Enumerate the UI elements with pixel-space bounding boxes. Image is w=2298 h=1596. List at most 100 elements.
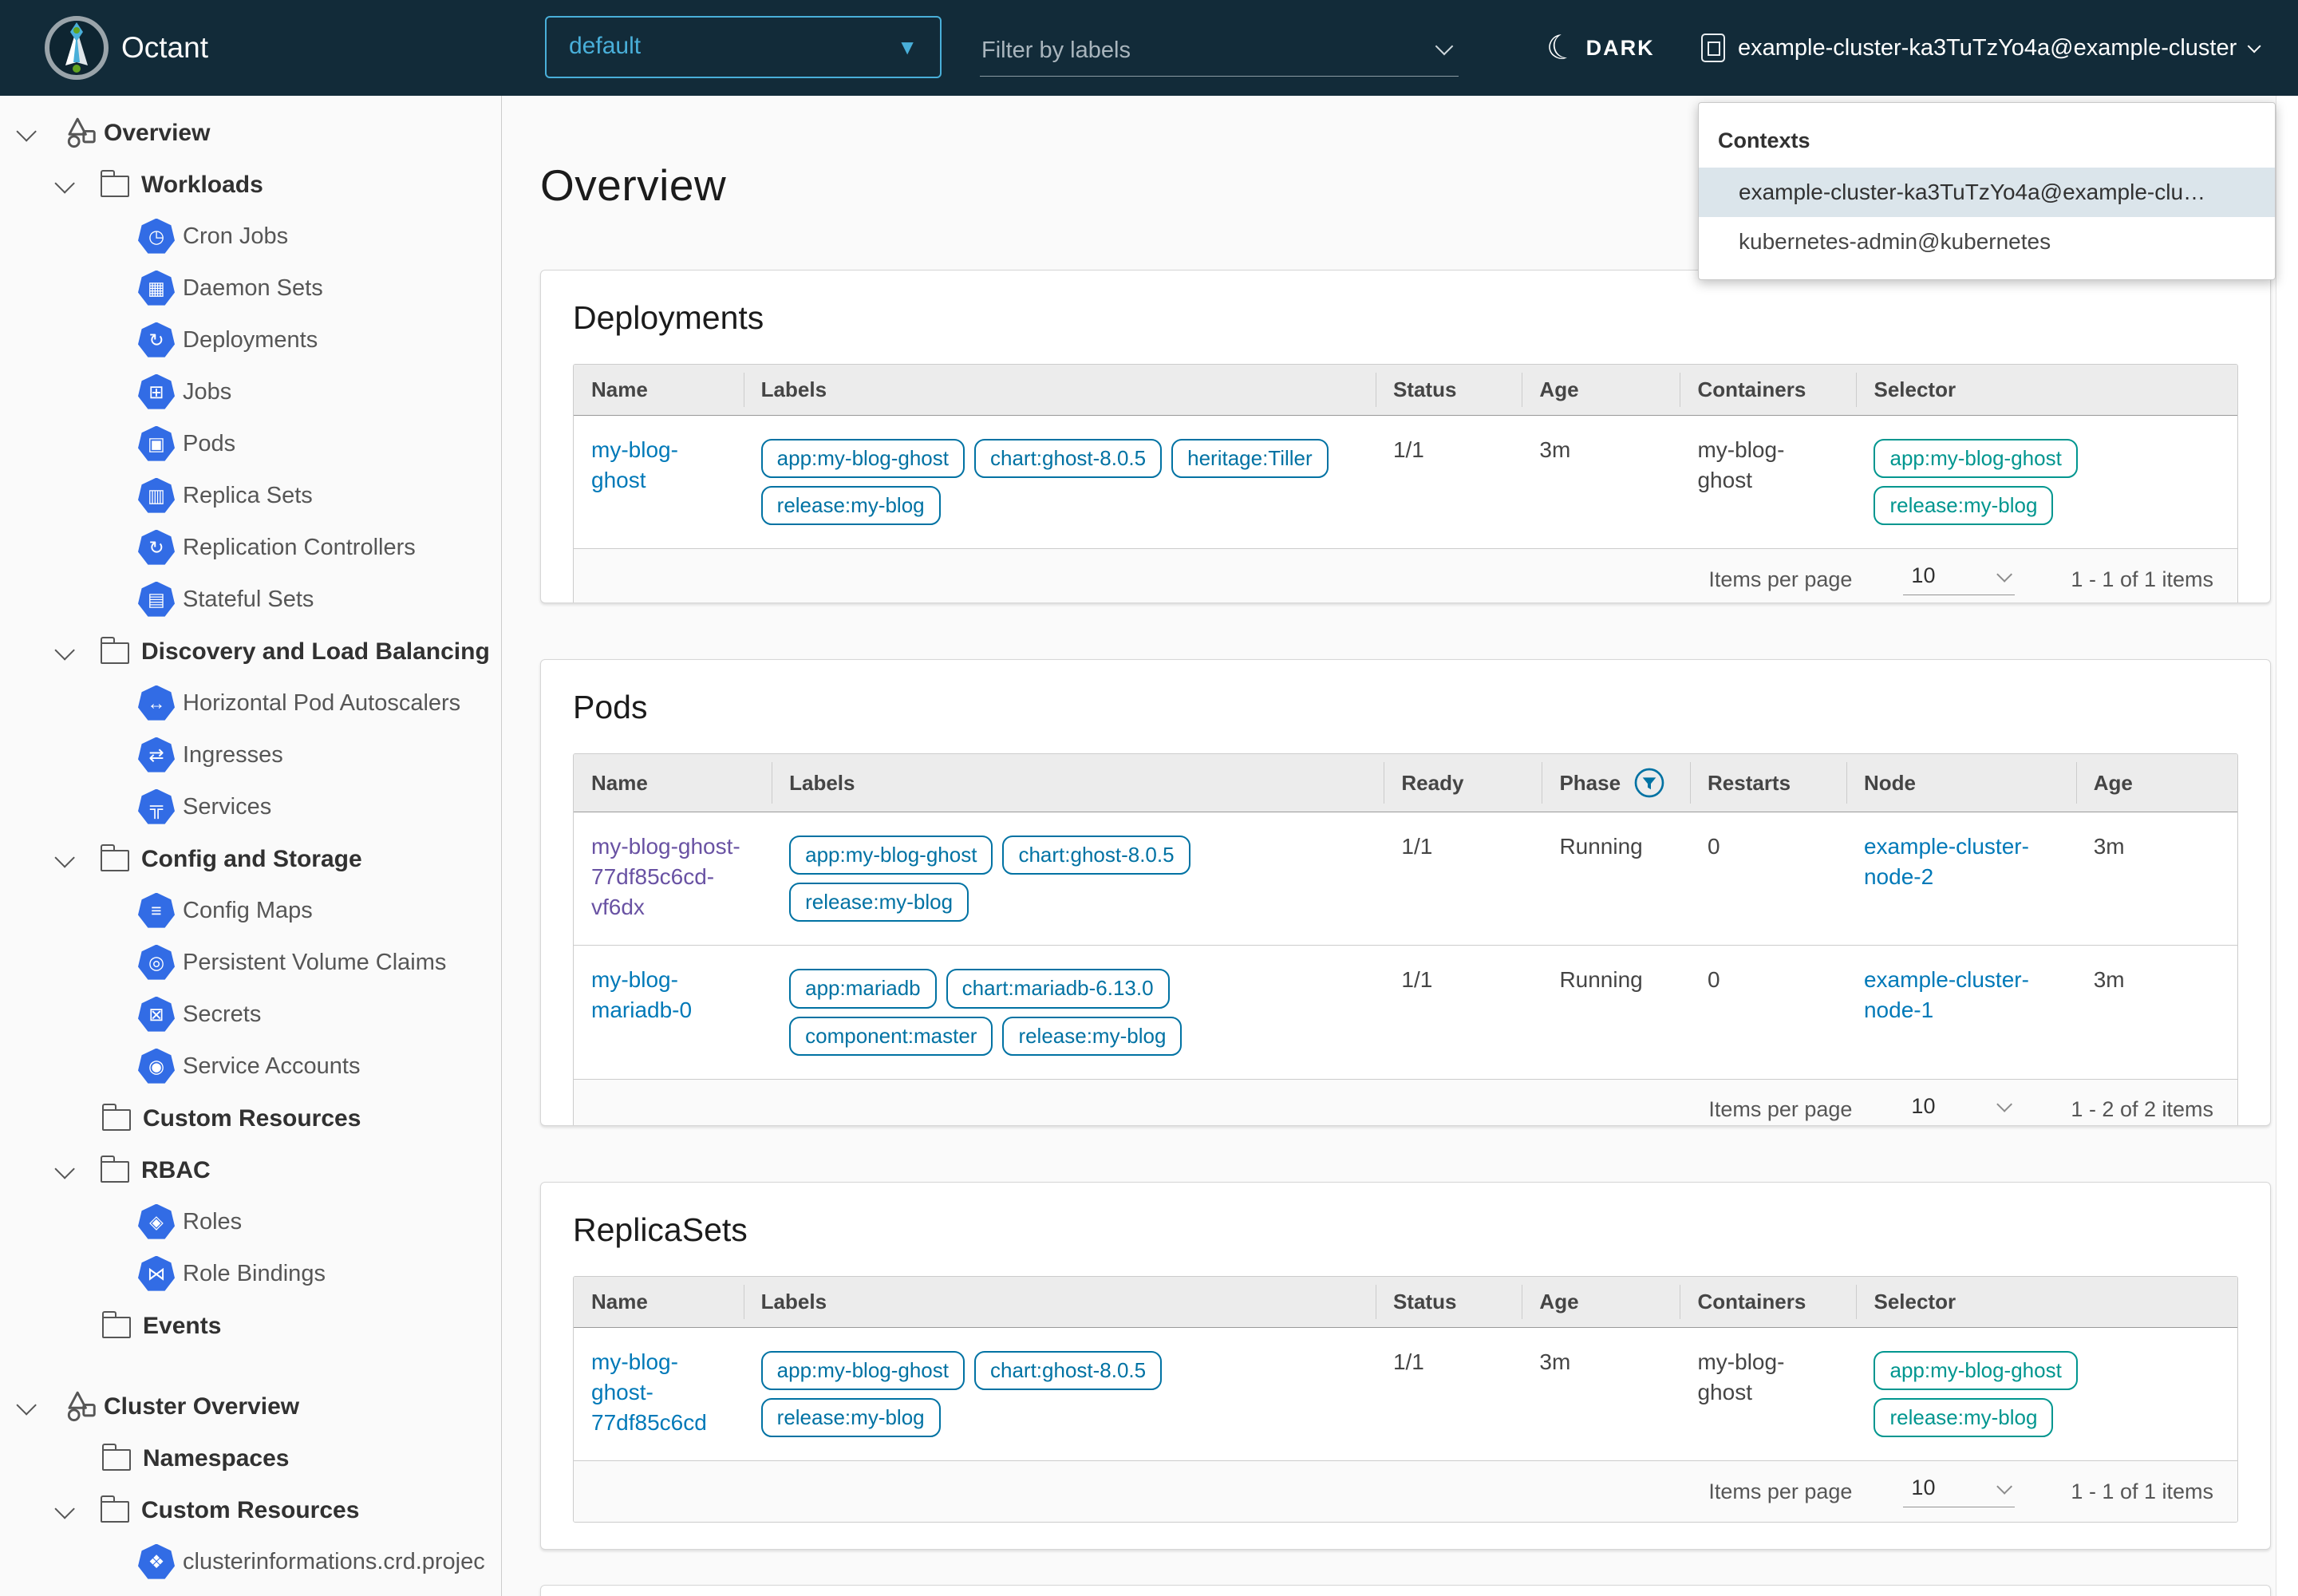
column-header-label: Phase [1559, 771, 1621, 796]
card-title: Deployments [573, 299, 2238, 337]
sidebar-item-ingresses[interactable]: ⇄Ingresses [0, 729, 501, 781]
sidebar-item-custom-resources[interactable]: Custom Resources [0, 1484, 501, 1536]
sidebar-item-label: Stateful Sets [183, 587, 314, 613]
label-badge[interactable]: release:my-blog [761, 1398, 941, 1437]
chevron-down-icon[interactable] [16, 121, 36, 141]
resource-link[interactable]: example-cluster-node-1 [1864, 967, 2029, 1022]
label-badge[interactable]: heritage:Tiller [1171, 439, 1329, 478]
label-badge[interactable]: release:my-blog [761, 486, 941, 525]
label-badge[interactable]: chart:mariadb-6.13.0 [946, 969, 1170, 1008]
chevron-down-icon[interactable] [54, 847, 74, 867]
sidebar-item-jobs[interactable]: ⊞Jobs [0, 366, 501, 418]
sidebar-item-persistent-volume-claims[interactable]: ◎Persistent Volume Claims [0, 937, 501, 989]
column-header-age: Age [1522, 1277, 1680, 1327]
sidebar-item-label: Events [143, 1313, 221, 1340]
page-size-select[interactable]: 10 [1903, 1094, 2015, 1126]
selector-badge[interactable]: app:my-blog-ghost [1874, 439, 2077, 478]
sidebar-item-overview[interactable]: Overview [0, 107, 501, 159]
sidebar-item-discovery-and-load-balancing[interactable]: Discovery and Load Balancing [0, 626, 501, 678]
page-size-select[interactable]: 10 [1903, 1476, 2015, 1507]
label-badge[interactable]: app:my-blog-ghost [789, 836, 993, 875]
context-menu-item-example-cluster-ka3tutzyo4a-example-clu[interactable]: example-cluster-ka3TuTzYo4a@example-clu… [1699, 168, 2275, 217]
filter-by-labels-input[interactable]: Filter by labels [980, 29, 1459, 77]
label-badge[interactable]: app:my-blog-ghost [761, 1351, 965, 1390]
sidebar-item-replica-sets[interactable]: ▥Replica Sets [0, 470, 501, 522]
datagrid: NameLabelsStatusAgeContainersSelectormy-… [573, 1276, 2238, 1523]
chevron-down-icon[interactable] [54, 1499, 74, 1519]
cell-age: 3m [2076, 812, 2237, 945]
deployment-icon: ↻ [138, 322, 175, 359]
sidebar-item-replication-controllers[interactable]: ↻Replication Controllers [0, 522, 501, 574]
label-badge[interactable]: app:mariadb [789, 969, 937, 1008]
items-per-page-label: Items per page [1708, 1097, 1852, 1122]
context-switcher[interactable]: example-cluster-ka3TuTzYo4a@example-clus… [1701, 0, 2257, 96]
column-header-label: Status [1393, 377, 1456, 402]
sidebar-item-stateful-sets[interactable]: ▤Stateful Sets [0, 574, 501, 626]
sidebar-item-cluster-overview[interactable]: Cluster Overview [0, 1381, 501, 1432]
theme-toggle[interactable]: ☾ DARK [1546, 0, 1655, 96]
sidebar-item-rbac[interactable]: RBAC [0, 1144, 501, 1196]
column-header-containers: Containers [1680, 365, 1856, 415]
sidebar-item-services[interactable]: ╦ Services [0, 781, 501, 833]
sidebar-item-daemon-sets[interactable]: ▦Daemon Sets [0, 263, 501, 314]
sidebar-item-horizontal-pod-autoscalers[interactable]: ↔Horizontal Pod Autoscalers [0, 678, 501, 729]
label-badge[interactable]: app:my-blog-ghost [761, 439, 965, 478]
namespace-select[interactable]: default ▼ [545, 16, 942, 78]
sidebar-item-namespaces[interactable]: Namespaces [0, 1432, 501, 1484]
label-badge[interactable]: chart:ghost-8.0.5 [974, 1351, 1162, 1390]
column-header-label: Restarts [1708, 771, 1791, 796]
sidebar-item-events[interactable]: Events [0, 1300, 501, 1352]
column-header-containers: Containers [1680, 1277, 1856, 1327]
sidebar-item-pods[interactable]: ▣Pods [0, 418, 501, 470]
sidebar-item-csidrivers-csi-storage-k8s-io[interactable]: ❖csidrivers.csi.storage.k8s.io [0, 1588, 501, 1596]
column-header-selector: Selector [1856, 1277, 2237, 1327]
chevron-down-icon[interactable] [54, 173, 74, 193]
resource-link[interactable]: example-cluster-node-2 [1864, 834, 2029, 889]
cell-name: my-blog-ghost [574, 416, 744, 548]
sidebar-item-workloads[interactable]: Workloads [0, 159, 501, 211]
datagrid-footer: Items per page101 - 1 of 1 items [574, 549, 2237, 603]
contexts-dropdown-title: Contexts [1699, 109, 2275, 168]
label-badge[interactable]: release:my-blog [1002, 1017, 1182, 1056]
sidebar-item-label: Services [183, 794, 271, 820]
cell-selector: app:my-blog-ghost release:my-blog [1856, 416, 2237, 548]
selector-badge[interactable]: app:my-blog-ghost [1874, 1351, 2077, 1390]
resource-link[interactable]: my-blog-ghost-77df85c6cd-vf6dx [591, 834, 740, 919]
label-badge[interactable]: chart:ghost-8.0.5 [974, 439, 1162, 478]
replicasets-card: ReplicaSetsNameLabelsStatusAgeContainers… [540, 1182, 2271, 1550]
selector-badge[interactable]: release:my-blog [1874, 1398, 2053, 1437]
chevron-down-icon[interactable] [54, 640, 74, 660]
sidebar-item-role-bindings[interactable]: ⋈Role Bindings [0, 1248, 501, 1300]
sidebar-item-custom-resources[interactable]: Custom Resources [0, 1092, 501, 1144]
sidebar-item-clusterinformations-crd-projec[interactable]: ❖clusterinformations.crd.projec [0, 1536, 501, 1588]
chevron-down-icon[interactable] [16, 1395, 36, 1415]
resource-link[interactable]: my-blog-mariadb-0 [591, 967, 692, 1022]
scrollbar-track[interactable] [2276, 96, 2298, 1596]
selector-badge[interactable]: release:my-blog [1874, 486, 2053, 525]
chevron-down-icon [2248, 39, 2261, 53]
sidebar-item-label: Config Maps [183, 898, 313, 924]
cell-restarts: 0 [1690, 946, 1846, 1078]
page-size-select[interactable]: 10 [1903, 563, 2015, 595]
sidebar-item-roles[interactable]: ◈Roles [0, 1196, 501, 1248]
label-badge[interactable]: release:my-blog [789, 883, 969, 922]
label-badge[interactable]: component:master [789, 1017, 993, 1056]
filter-icon[interactable] [1633, 767, 1665, 799]
sidebar-item-cron-jobs[interactable]: ◷Cron Jobs [0, 211, 501, 263]
sidebar-item-secrets[interactable]: ⊠Secrets [0, 989, 501, 1041]
sidebar-item-deployments[interactable]: ↻Deployments [0, 314, 501, 366]
resource-link[interactable]: my-blog-ghost [591, 437, 678, 492]
resource-link[interactable]: my-blog-ghost-77df85c6cd [591, 1349, 707, 1435]
octant-logo-icon [45, 16, 109, 80]
service-icon: ╦ [138, 789, 175, 826]
sidebar-item-service-accounts[interactable]: ◉Service Accounts [0, 1041, 501, 1092]
chevron-down-icon[interactable] [54, 1159, 74, 1179]
label-badge[interactable]: chart:ghost-8.0.5 [1002, 836, 1190, 875]
sidebar-item-config-maps[interactable]: ≡Config Maps [0, 885, 501, 937]
datagrid-footer: Items per page101 - 1 of 1 items [574, 1461, 2237, 1522]
context-menu-item-kubernetes-admin-kubernetes[interactable]: kubernetes-admin@kubernetes [1699, 217, 2275, 267]
table-row: my-blog-ghostapp:my-blog-ghostchart:ghos… [574, 416, 2237, 549]
sidebar-item-config-and-storage[interactable]: Config and Storage [0, 833, 501, 885]
chevron-down-icon [1997, 1479, 2013, 1495]
folder-icon [101, 642, 129, 664]
